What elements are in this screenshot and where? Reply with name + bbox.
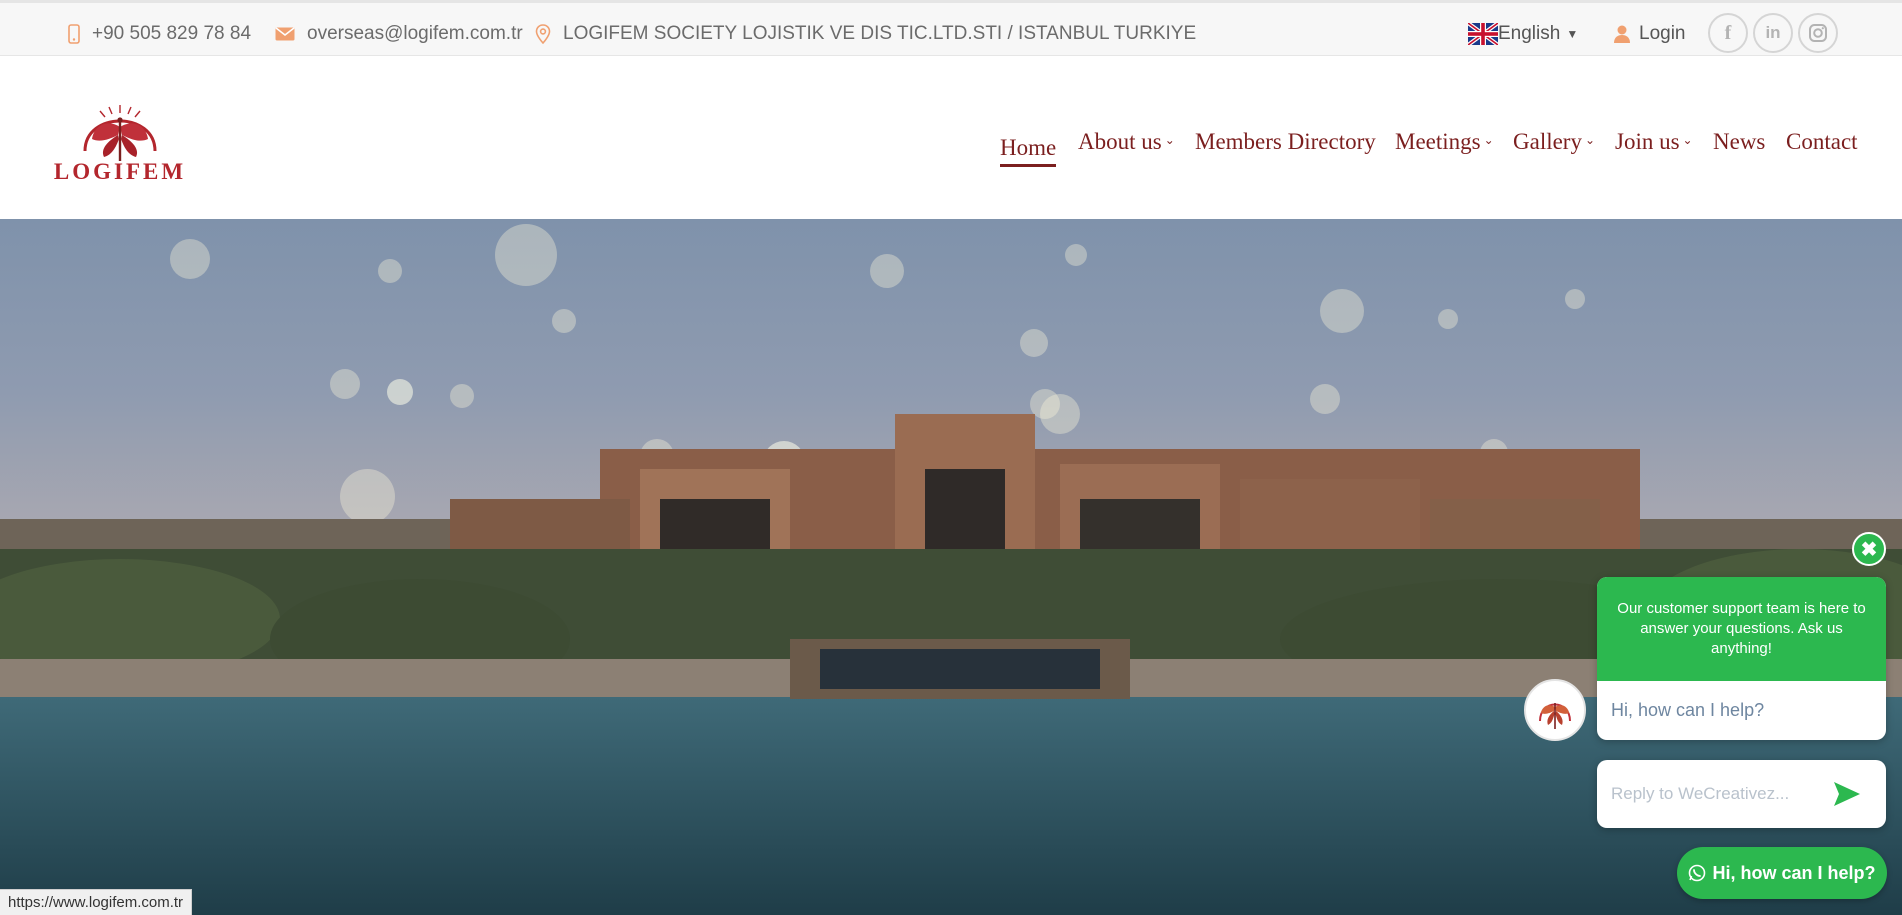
email-contact[interactable]: overseas@logifem.com.tr xyxy=(275,21,523,47)
nav-news[interactable]: News xyxy=(1713,125,1765,159)
phone-icon xyxy=(68,24,80,44)
nav-home[interactable]: Home xyxy=(1000,125,1057,167)
facebook-icon[interactable]: f xyxy=(1708,13,1748,53)
chevron-down-icon: ⌄ xyxy=(1483,132,1494,147)
linkedin-icon[interactable]: in xyxy=(1753,13,1793,53)
whatsapp-help-button[interactable]: Hi, how can I help? xyxy=(1677,847,1887,899)
nav-join-us[interactable]: Join us ⌄ xyxy=(1615,125,1693,159)
send-icon[interactable] xyxy=(1832,780,1862,808)
login-label: Login xyxy=(1639,23,1686,44)
chevron-down-icon: ⌄ xyxy=(1164,132,1175,147)
chevron-down-icon: ⌄ xyxy=(1682,132,1693,147)
instagram-icon[interactable] xyxy=(1798,13,1838,53)
logo-text: LOGIFEM xyxy=(53,159,187,184)
nav-about-us-label: About us xyxy=(1078,129,1162,154)
chevron-down-icon: ⌄ xyxy=(1584,132,1596,147)
phone-number: +90 505 829 78 84 xyxy=(92,23,252,44)
chat-intro-text: Our customer support team is here to ans… xyxy=(1597,577,1886,681)
top-bar: +90 505 829 78 84 overseas@logifem.com.t… xyxy=(0,0,1902,56)
phone-contact[interactable]: +90 505 829 78 84 xyxy=(68,21,251,47)
chat-reply-box xyxy=(1597,760,1886,828)
language-selector[interactable]: English ▼ xyxy=(1468,21,1578,47)
nav-contact-label: Contact xyxy=(1786,129,1858,154)
nav-news-label: News xyxy=(1713,129,1766,154)
address-info: LOGIFEM SOCIETY LOJISTIK VE DIS TIC.LTD.… xyxy=(535,21,1196,47)
email-address: overseas@logifem.com.tr xyxy=(307,23,523,44)
logifem-logo[interactable]: LOGIFEM xyxy=(50,91,190,191)
close-icon: ✖ xyxy=(1860,538,1878,561)
language-label: English xyxy=(1498,23,1561,44)
chat-agent-avatar xyxy=(1524,679,1586,741)
map-pin-icon xyxy=(535,24,551,44)
nav-gallery-label: Gallery xyxy=(1513,129,1582,154)
caret-down-icon: ▼ xyxy=(1566,27,1579,41)
nav-members-directory[interactable]: Members Directory xyxy=(1195,125,1376,159)
nav-members-directory-label: Members Directory xyxy=(1195,129,1376,154)
nav-meetings-label: Meetings xyxy=(1395,129,1481,154)
chat-panel: Our customer support team is here to ans… xyxy=(1597,577,1886,740)
chat-reply-input[interactable] xyxy=(1611,784,1821,804)
site-header: LOGIFEM Home About us ⌄ Members Directory… xyxy=(0,57,1902,219)
nav-gallery[interactable]: Gallery ⌄ xyxy=(1513,125,1595,159)
mail-icon xyxy=(275,27,295,41)
login-link[interactable]: Login xyxy=(1613,21,1686,47)
uk-flag-icon xyxy=(1468,23,1498,45)
status-bar-url: https://www.logifem.com.tr xyxy=(0,889,193,915)
nav-about-us[interactable]: About us ⌄ xyxy=(1078,125,1175,159)
nav-join-us-label: Join us xyxy=(1615,129,1680,154)
logo-emblem-icon xyxy=(83,105,157,161)
nav-contact[interactable]: Contact xyxy=(1786,125,1858,159)
nav-meetings[interactable]: Meetings ⌄ xyxy=(1395,125,1494,159)
address-text: LOGIFEM SOCIETY LOJISTIK VE DIS TIC.LTD.… xyxy=(563,23,1197,44)
chat-greeting-message: Hi, how can I help? xyxy=(1611,700,1765,720)
user-icon xyxy=(1614,25,1630,43)
whatsapp-help-label: Hi, how can I help? xyxy=(1712,862,1876,883)
whatsapp-icon xyxy=(1689,864,1706,882)
chat-close-button[interactable]: ✖ xyxy=(1852,532,1886,566)
nav-home-label: Home xyxy=(1000,134,1057,160)
